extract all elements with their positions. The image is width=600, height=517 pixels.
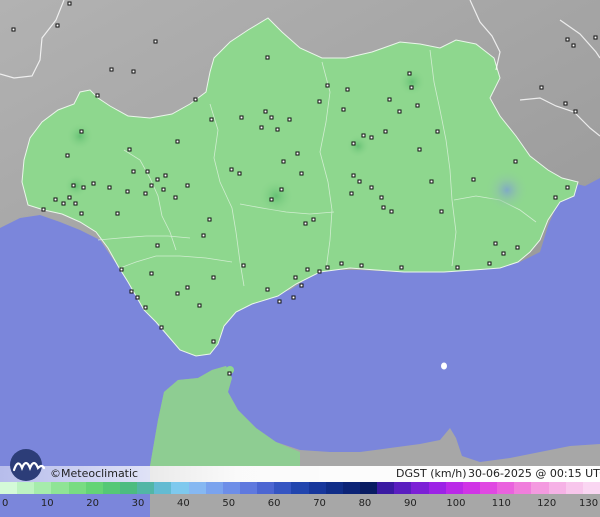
legend-color-cell [274, 482, 292, 494]
legend-tick-label: 50 [222, 498, 236, 509]
legend-color-cell [239, 482, 258, 494]
timestamp-label: 30-06-2025 @ 00:15 UTC [468, 467, 600, 480]
legend-color-cell [291, 482, 309, 494]
gust-area-cordoba [258, 178, 294, 214]
legend-tick-label: 110 [491, 498, 511, 509]
legend-tick-label: 70 [313, 498, 326, 509]
legend-color-cell [154, 482, 172, 494]
legend-color-cell [342, 482, 360, 494]
legend-tick-label: 20 [86, 498, 99, 509]
legend-tick-label: 0 [2, 498, 9, 509]
meteoclimatic-logo-icon [10, 449, 46, 481]
legend-color-cell [497, 482, 515, 494]
variable-label: DGST (km/h) [396, 467, 467, 480]
legend-tick-label: 100 [446, 498, 466, 509]
legend-tick-label: 90 [403, 498, 417, 509]
legend-color-cell [325, 482, 343, 494]
credits-bar: ©Meteoclimatic DGST (km/h) 30-06-2025 @ … [0, 449, 600, 482]
legend-color-cell [411, 482, 429, 494]
calm-area-almeria [485, 168, 529, 212]
legend-color-cell [377, 482, 395, 494]
legend-color-cell [445, 482, 463, 494]
legend-color-cell [34, 482, 52, 494]
legend-color-cell [428, 482, 446, 494]
legend-color-cell [17, 482, 35, 494]
legend-color-cell [462, 482, 480, 494]
legend-color-cell [0, 482, 18, 494]
legend-color-cell [479, 482, 498, 494]
brand-label: ©Meteoclimatic [50, 467, 139, 480]
legend-color-cell [85, 482, 103, 494]
legend-color-cell [514, 482, 532, 494]
legend-tick-label: 80 [358, 498, 372, 509]
legend-tick-label: 30 [131, 498, 145, 509]
map-view: ©Meteoclimatic DGST (km/h) 30-06-2025 @ … [0, 0, 600, 517]
legend-tick-label: 60 [267, 498, 281, 509]
gust-area-sevilla [346, 134, 370, 158]
legend-color-cell [68, 482, 86, 494]
legend-color-cell [119, 482, 138, 494]
legend-color-cell [222, 482, 240, 494]
map-canvas [0, 0, 600, 517]
legend-color-cell [188, 482, 206, 494]
alboran-island [441, 362, 447, 370]
legend-color-cell [257, 482, 275, 494]
legend-color-cell [171, 482, 189, 494]
legend-color-cell [308, 482, 326, 494]
color-scale-labels: 0 10 20 30 40 50 60 70 80 90 100 110 120 130 [0, 496, 600, 512]
legend-color-cell [51, 482, 69, 494]
gust-area-huelva [66, 122, 94, 150]
legend-color-cell [531, 482, 549, 494]
legend-color-cell [359, 482, 378, 494]
legend-color-cell [565, 482, 583, 494]
legend-color-cell [582, 482, 600, 494]
legend-color-cell [137, 482, 155, 494]
color-scale-bar [0, 482, 600, 494]
legend-color-cell [102, 482, 120, 494]
legend-color-cell [394, 482, 412, 494]
legend-tick-label: 40 [177, 498, 190, 509]
legend-color-cell [205, 482, 223, 494]
legend-color-cell [548, 482, 566, 494]
legend-tick-label: 130 [579, 498, 599, 509]
legend-tick-label: 120 [537, 498, 557, 509]
gust-area-jaen [398, 68, 426, 96]
legend-tick-label: 10 [40, 498, 54, 509]
